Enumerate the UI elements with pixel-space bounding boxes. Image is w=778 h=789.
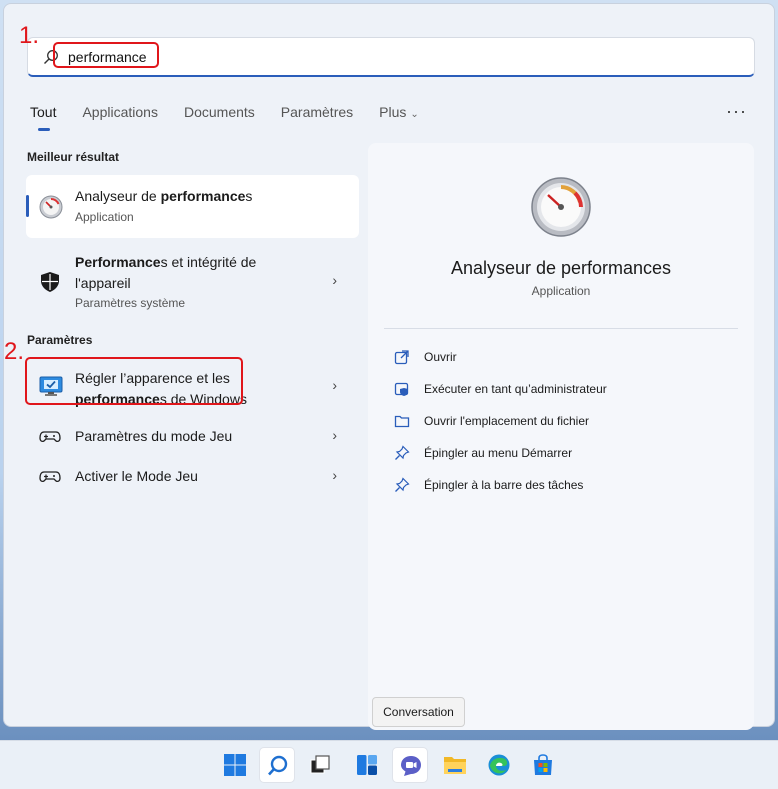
filter-tabs: Tout Applications Documents Paramètres P… xyxy=(30,103,445,133)
gamepad-icon xyxy=(39,431,61,443)
game-mode-settings-label: Paramètres du mode Jeu xyxy=(75,428,233,444)
folder-icon xyxy=(394,415,410,428)
best-match-heading: Meilleur résultat xyxy=(27,150,120,164)
widgets-button[interactable] xyxy=(349,747,385,783)
tab-documents-label: Documents xyxy=(183,104,255,120)
best-result-title: Analyseur de performances xyxy=(75,188,252,204)
search-icon xyxy=(268,755,288,776)
settings-heading: Paramètres xyxy=(27,333,93,347)
run-as-admin-action[interactable]: Exécuter en tant qu’administrateur xyxy=(394,380,654,400)
best-result-title-prefix: Analyseur de xyxy=(75,188,161,204)
gamepad-icon xyxy=(39,471,61,483)
pin-to-taskbar-label: Épingler à la barre des tâches xyxy=(424,478,584,492)
device-health-title-rest: s et intégrité de xyxy=(160,254,257,270)
open-action-label: Ouvrir xyxy=(424,350,457,364)
tab-applications-label: Applications xyxy=(82,104,158,120)
enable-game-mode-item[interactable]: Activer le Mode Jeu › xyxy=(26,464,359,492)
tab-more[interactable]: Plus ⌄ xyxy=(379,103,419,131)
annotation-box-search xyxy=(53,42,159,68)
run-as-admin-label: Exécuter en tant qu’administrateur xyxy=(424,382,607,396)
windows-security-shield-icon xyxy=(41,272,59,292)
game-mode-settings-item[interactable]: Paramètres du mode Jeu › xyxy=(26,424,359,452)
pin-to-taskbar-action[interactable]: Épingler à la barre des tâches xyxy=(394,476,624,496)
tab-settings[interactable]: Paramètres xyxy=(281,103,353,131)
widgets-icon xyxy=(357,755,377,775)
best-result-item[interactable]: Analyseur de performances Application xyxy=(26,175,359,238)
start-button[interactable] xyxy=(217,747,253,783)
store-button[interactable] xyxy=(525,747,561,783)
pin-to-start-action[interactable]: Épingler au menu Démarrer xyxy=(394,444,614,464)
best-result-title-match: performance xyxy=(160,188,246,204)
more-options-button[interactable]: ··· xyxy=(726,101,747,122)
tab-applications[interactable]: Applications xyxy=(82,103,158,131)
chevron-right-icon: › xyxy=(332,427,337,443)
taskbar xyxy=(0,740,778,789)
open-action[interactable]: Ouvrir xyxy=(394,348,514,368)
edge-button[interactable] xyxy=(481,747,517,783)
device-health-title-match: Performance xyxy=(75,254,161,270)
file-explorer-icon xyxy=(444,757,466,774)
tab-settings-label: Paramètres xyxy=(280,104,354,120)
windows-start-icon xyxy=(224,754,246,776)
annotation-step-2: 2. xyxy=(4,338,25,365)
tab-all[interactable]: Tout xyxy=(30,103,56,131)
best-result-subtitle: Application xyxy=(75,210,134,224)
performance-monitor-icon xyxy=(39,195,63,219)
store-icon xyxy=(534,754,552,775)
task-view-icon xyxy=(310,755,330,774)
device-health-item[interactable]: Performances et intégrité de l'appareil … xyxy=(26,249,359,311)
chevron-right-icon: › xyxy=(332,377,337,393)
device-health-subtitle: Paramètres système xyxy=(75,296,186,310)
chevron-right-icon: › xyxy=(332,467,337,483)
tab-all-label: Tout xyxy=(30,104,57,120)
annotation-step-1: 1. xyxy=(19,22,40,49)
open-icon xyxy=(394,350,409,365)
search-taskbar-button[interactable] xyxy=(259,747,295,783)
open-file-location-action[interactable]: Ouvrir l'emplacement du fichier xyxy=(394,412,634,432)
detail-pane: Analyseur de performances Application Ou… xyxy=(368,143,754,730)
shield-admin-icon xyxy=(394,382,409,396)
chevron-right-icon: › xyxy=(332,272,337,288)
edge-icon xyxy=(488,754,510,776)
tab-more-label: Plus xyxy=(379,104,407,120)
divider xyxy=(384,328,738,329)
performance-monitor-icon xyxy=(531,177,591,237)
pin-to-start-label: Épingler au menu Démarrer xyxy=(424,446,573,460)
device-health-title-line2: l'appareil xyxy=(75,275,131,291)
annotation-box-setting xyxy=(25,357,243,405)
enable-game-mode-label: Activer le Mode Jeu xyxy=(75,468,198,484)
conversation-tooltip: Conversation xyxy=(372,697,465,727)
task-view-button[interactable] xyxy=(302,747,338,783)
detail-title: Analyseur de performances xyxy=(450,258,672,278)
pin-icon xyxy=(395,445,410,460)
chat-icon xyxy=(401,756,421,776)
tab-documents[interactable]: Documents xyxy=(184,103,255,131)
best-result-title-suffix: s xyxy=(245,188,253,204)
pin-icon xyxy=(395,477,410,492)
detail-subtitle: Application xyxy=(531,284,591,298)
device-health-title-line1: Performances et intégrité de xyxy=(75,252,256,273)
open-file-location-label: Ouvrir l'emplacement du fichier xyxy=(424,414,590,428)
selection-indicator xyxy=(26,195,29,217)
chevron-down-icon: ⌄ xyxy=(410,109,419,120)
chat-button[interactable] xyxy=(392,747,428,783)
file-explorer-button[interactable] xyxy=(437,747,473,783)
